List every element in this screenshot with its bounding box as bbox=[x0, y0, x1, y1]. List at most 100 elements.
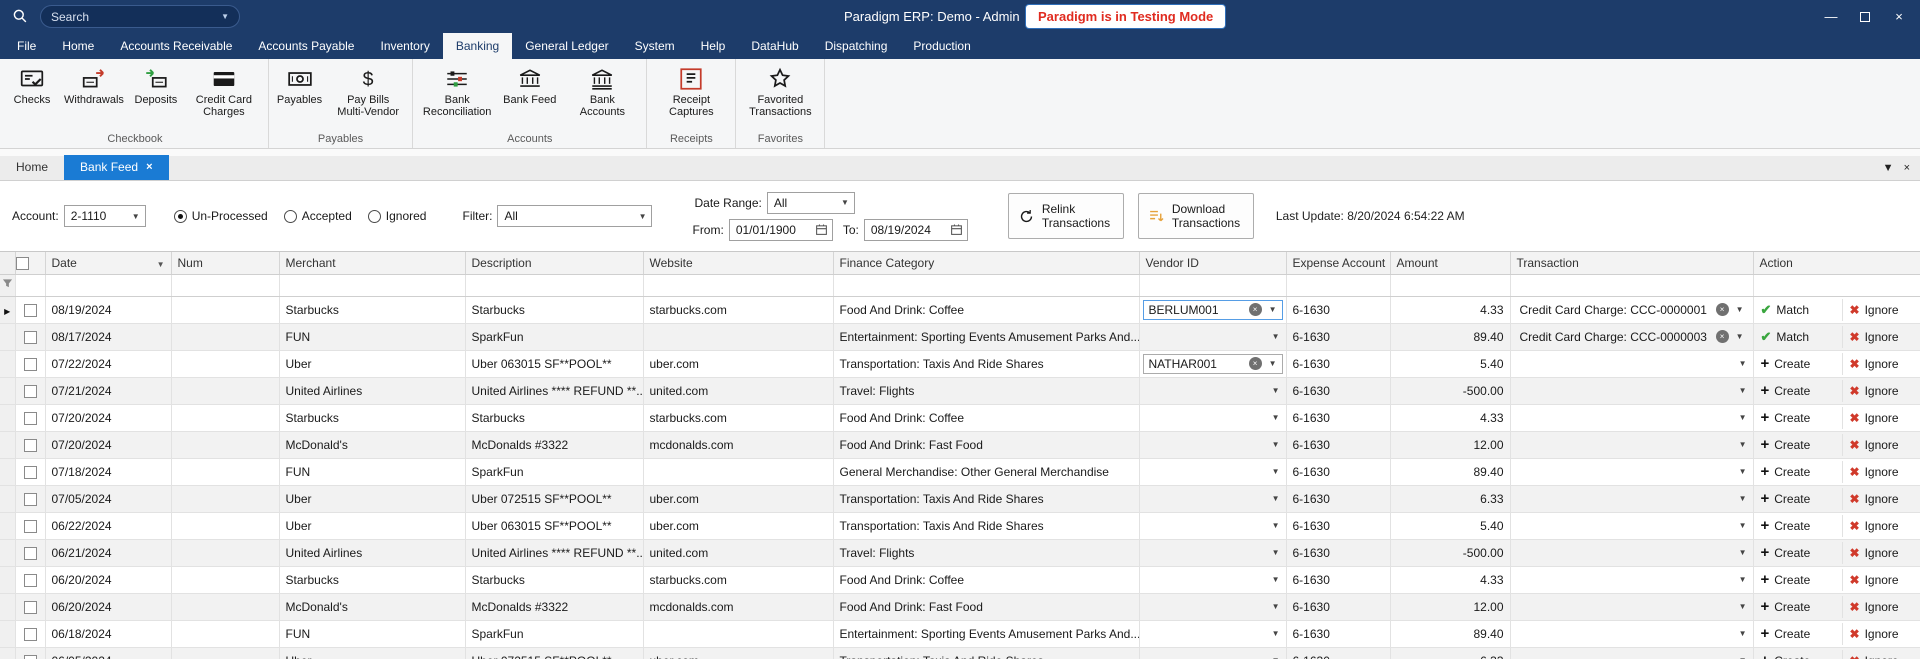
vendor-dropdown-icon[interactable]: ▼ bbox=[1266, 305, 1280, 314]
menu-item-banking[interactable]: Banking bbox=[443, 33, 512, 59]
column-header-transaction[interactable]: Transaction bbox=[1510, 252, 1753, 274]
table-row[interactable]: 06/21/2024United AirlinesUnited Airlines… bbox=[0, 539, 1920, 566]
create-button[interactable]: +Create bbox=[1754, 353, 1842, 375]
row-checkbox[interactable] bbox=[24, 520, 37, 533]
cell-transaction[interactable]: ▼ bbox=[1510, 593, 1753, 620]
row-select-cell[interactable] bbox=[15, 377, 45, 404]
cell-transaction[interactable]: ▼ bbox=[1510, 539, 1753, 566]
transaction-dropdown-icon[interactable]: ▼ bbox=[1736, 629, 1750, 638]
create-button[interactable]: +Create bbox=[1754, 407, 1842, 429]
ignore-button[interactable]: ✖Ignore bbox=[1842, 380, 1920, 402]
cell-vendor-id[interactable]: ▼ bbox=[1139, 377, 1286, 404]
cell-transaction[interactable]: ▼ bbox=[1510, 566, 1753, 593]
ignore-button[interactable]: ✖Ignore bbox=[1842, 434, 1920, 456]
table-row[interactable]: 07/05/2024UberUber 072515 SF**POOL**uber… bbox=[0, 485, 1920, 512]
row-checkbox[interactable] bbox=[24, 412, 37, 425]
transaction-dropdown-icon[interactable]: ▼ bbox=[1736, 575, 1750, 584]
row-select-cell[interactable] bbox=[15, 539, 45, 566]
cell-vendor-id[interactable]: ▼ bbox=[1139, 485, 1286, 512]
transaction-dropdown-icon[interactable]: ▼ bbox=[1736, 548, 1750, 557]
create-button[interactable]: +Create bbox=[1754, 569, 1842, 591]
cell-vendor-id[interactable]: ▼ bbox=[1139, 620, 1286, 647]
column-filter-arrow-icon[interactable]: ▼ bbox=[157, 260, 165, 269]
vendor-dropdown-icon[interactable]: ▼ bbox=[1269, 494, 1283, 503]
filter-cell-action[interactable] bbox=[1753, 274, 1920, 296]
radio-unprocessed[interactable]: Un-Processed bbox=[174, 209, 268, 223]
cell-vendor-id[interactable]: ▼ bbox=[1139, 539, 1286, 566]
favorited-transactions-button[interactable]: Favorited Transactions bbox=[739, 59, 821, 118]
table-row[interactable]: 06/05/2024UberUber 072515 SF**POOL**uber… bbox=[0, 647, 1920, 659]
filter-cell-amount[interactable] bbox=[1390, 274, 1510, 296]
table-row[interactable]: 06/20/2024McDonald'sMcDonalds #3322mcdon… bbox=[0, 593, 1920, 620]
menu-item-accounts-receivable[interactable]: Accounts Receivable bbox=[107, 33, 245, 59]
transaction-dropdown-icon[interactable]: ▼ bbox=[1736, 521, 1750, 530]
table-row[interactable]: 07/20/2024McDonald'sMcDonalds #3322mcdon… bbox=[0, 431, 1920, 458]
cell-vendor-id[interactable]: ▼ bbox=[1139, 647, 1286, 659]
clear-transaction-icon[interactable]: × bbox=[1716, 330, 1729, 343]
ignore-button[interactable]: ✖Ignore bbox=[1842, 326, 1920, 348]
cell-vendor-id[interactable]: NATHAR001×▼ bbox=[1139, 350, 1286, 377]
cell-vendor-id[interactable]: ▼ bbox=[1139, 431, 1286, 458]
cell-transaction[interactable]: ▼ bbox=[1510, 458, 1753, 485]
create-button[interactable]: +Create bbox=[1754, 461, 1842, 483]
cell-vendor-id[interactable]: ▼ bbox=[1139, 323, 1286, 350]
row-checkbox[interactable] bbox=[24, 655, 37, 659]
column-header-description[interactable]: Description bbox=[465, 252, 643, 274]
pay-bills-multi-vendor-button[interactable]: $ Pay Bills Multi-Vendor bbox=[327, 59, 409, 118]
menu-item-dispatching[interactable]: Dispatching bbox=[812, 33, 901, 59]
table-row[interactable]: 07/20/2024StarbucksStarbucksstarbucks.co… bbox=[0, 404, 1920, 431]
column-header-date[interactable]: Date▼ bbox=[45, 252, 171, 274]
clear-vendor-icon[interactable]: × bbox=[1249, 303, 1262, 316]
download-transactions-button[interactable]: Download Transactions bbox=[1138, 193, 1254, 239]
transaction-dropdown-icon[interactable]: ▼ bbox=[1736, 467, 1750, 476]
radio-accepted[interactable]: Accepted bbox=[284, 209, 352, 223]
menu-item-general-ledger[interactable]: General Ledger bbox=[512, 33, 621, 59]
table-row[interactable]: ▶08/19/2024StarbucksStarbucksstarbucks.c… bbox=[0, 296, 1920, 323]
vendor-dropdown-icon[interactable]: ▼ bbox=[1269, 629, 1283, 638]
transaction-dropdown-icon[interactable]: ▼ bbox=[1733, 332, 1747, 341]
date-range-select[interactable]: All ▼ bbox=[767, 192, 855, 214]
bank-reconciliation-button[interactable]: Bank Reconciliation bbox=[416, 59, 498, 118]
ignore-button[interactable]: ✖Ignore bbox=[1842, 623, 1920, 645]
filter-cell-date[interactable] bbox=[45, 274, 171, 296]
filter-cell-transaction[interactable] bbox=[1510, 274, 1753, 296]
cell-transaction[interactable]: ▼ bbox=[1510, 350, 1753, 377]
filter-cell[interactable] bbox=[15, 274, 45, 296]
row-select-cell[interactable] bbox=[15, 566, 45, 593]
vendor-dropdown-icon[interactable]: ▼ bbox=[1269, 332, 1283, 341]
tab-home[interactable]: Home bbox=[0, 155, 64, 180]
column-header-expense-account[interactable]: Expense Account bbox=[1286, 252, 1390, 274]
ignore-button[interactable]: ✖Ignore bbox=[1842, 515, 1920, 537]
ignore-button[interactable]: ✖Ignore bbox=[1842, 650, 1920, 659]
create-button[interactable]: +Create bbox=[1754, 596, 1842, 618]
cell-transaction[interactable]: ▼ bbox=[1510, 620, 1753, 647]
vendor-dropdown-icon[interactable]: ▼ bbox=[1269, 413, 1283, 422]
row-checkbox[interactable] bbox=[24, 331, 37, 344]
transaction-dropdown-icon[interactable]: ▼ bbox=[1736, 359, 1750, 368]
transaction-dropdown-icon[interactable]: ▼ bbox=[1736, 440, 1750, 449]
row-checkbox[interactable] bbox=[24, 466, 37, 479]
transaction-dropdown-icon[interactable]: ▼ bbox=[1733, 305, 1747, 314]
filter-cell-website[interactable] bbox=[643, 274, 833, 296]
cell-vendor-id[interactable]: ▼ bbox=[1139, 512, 1286, 539]
row-select-cell[interactable] bbox=[15, 323, 45, 350]
column-header-amount[interactable]: Amount bbox=[1390, 252, 1510, 274]
minimize-button[interactable]: — bbox=[1814, 0, 1848, 33]
radio-ignored[interactable]: Ignored bbox=[368, 209, 427, 223]
ignore-button[interactable]: ✖Ignore bbox=[1842, 407, 1920, 429]
column-header-finance-category[interactable]: Finance Category bbox=[833, 252, 1139, 274]
column-header-merchant[interactable]: Merchant bbox=[279, 252, 465, 274]
vendor-dropdown-icon[interactable]: ▼ bbox=[1266, 359, 1280, 368]
create-button[interactable]: +Create bbox=[1754, 515, 1842, 537]
row-select-cell[interactable] bbox=[15, 620, 45, 647]
menu-item-file[interactable]: File bbox=[4, 33, 49, 59]
row-select-cell[interactable] bbox=[15, 485, 45, 512]
column-header-website[interactable]: Website bbox=[643, 252, 833, 274]
cell-transaction[interactable]: ▼ bbox=[1510, 431, 1753, 458]
row-checkbox[interactable] bbox=[24, 574, 37, 587]
row-select-cell[interactable] bbox=[15, 647, 45, 659]
create-button[interactable]: +Create bbox=[1754, 650, 1842, 659]
table-row[interactable]: 07/18/2024FUNSparkFunGeneral Merchandise… bbox=[0, 458, 1920, 485]
row-checkbox[interactable] bbox=[24, 439, 37, 452]
table-row[interactable]: 06/18/2024FUNSparkFunEntertainment: Spor… bbox=[0, 620, 1920, 647]
